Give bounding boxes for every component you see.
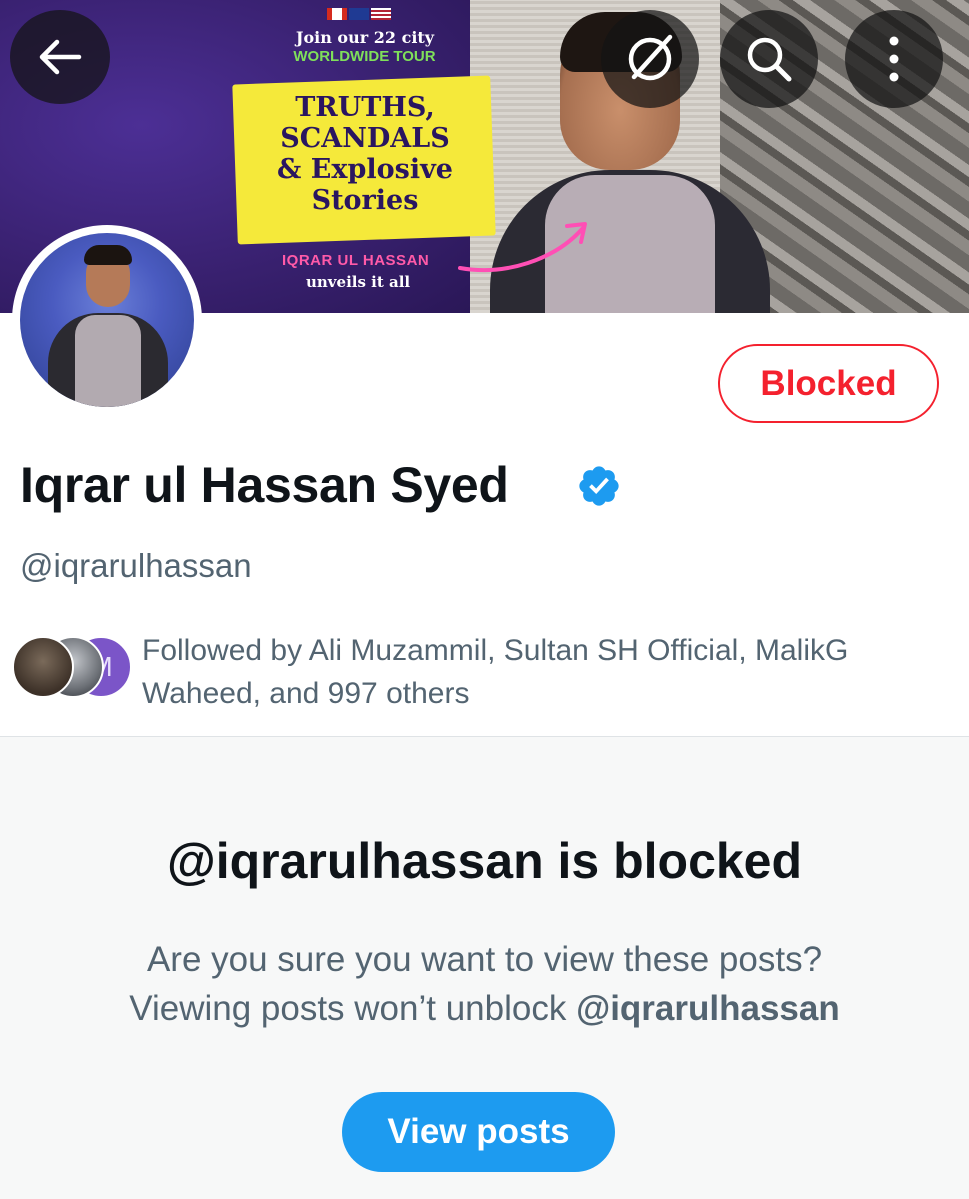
canada-flag-icon <box>327 7 347 20</box>
profile-handle: @iqrarulhassan <box>20 547 252 584</box>
blocked-message-handle: @iqrarulhassan <box>576 989 840 1028</box>
verified-badge-icon[interactable] <box>576 463 622 509</box>
uk-flag-icon <box>349 7 369 20</box>
banner-name-line: IQRAR UL HASSAN <box>282 252 430 269</box>
view-posts-button[interactable]: View posts <box>342 1092 615 1172</box>
avatar-vest <box>75 315 141 407</box>
search-button[interactable] <box>720 10 818 108</box>
more-vertical-icon <box>889 36 899 82</box>
blocked-message-prefix: Viewing posts won’t unblock <box>129 989 577 1028</box>
usa-flag-icon <box>371 7 391 20</box>
blocked-button[interactable]: Blocked <box>718 344 939 423</box>
banner-arrow-icon <box>458 222 587 273</box>
banner-tour-line2: WORLDWIDE TOUR <box>293 48 436 65</box>
search-icon <box>747 37 792 82</box>
banner-headline-line2: SCANDALS <box>280 123 450 154</box>
display-name: Iqrar ul Hassan Syed <box>20 457 509 513</box>
blocked-message-line1: Are you sure you want to view these post… <box>146 940 823 979</box>
avatar-hair <box>84 245 132 265</box>
banner-headline: TRUTHS, SCANDALS & Explosive Stories <box>250 92 480 216</box>
more-button[interactable] <box>845 10 943 108</box>
flag-icons <box>327 6 393 20</box>
banner-headline-line4: Stories <box>311 185 419 216</box>
grok-button[interactable] <box>601 10 699 108</box>
blocked-title: @iqrarulhassan is blocked <box>166 833 803 889</box>
grok-icon <box>628 34 673 81</box>
followed-by-text[interactable]: Followed by Ali Muzammil, Sultan SH Offi… <box>142 629 952 715</box>
profile-avatar[interactable] <box>12 225 202 415</box>
banner-headline-line3: & Explosive <box>277 154 453 185</box>
follower-avatar <box>12 636 74 698</box>
back-button[interactable] <box>10 10 110 104</box>
blocked-message-line2: Viewing posts won’t unblock @iqrarulhass… <box>0 989 969 1029</box>
banner-headline-line1: TRUTHS, <box>295 92 435 123</box>
avatar-image <box>20 233 194 407</box>
followers-you-know-avatars[interactable]: M <box>12 636 132 702</box>
banner-tagline: unveils it all <box>306 273 411 291</box>
arrow-left-icon <box>39 39 82 75</box>
banner-tour-line1: Join our 22 city <box>295 28 435 47</box>
